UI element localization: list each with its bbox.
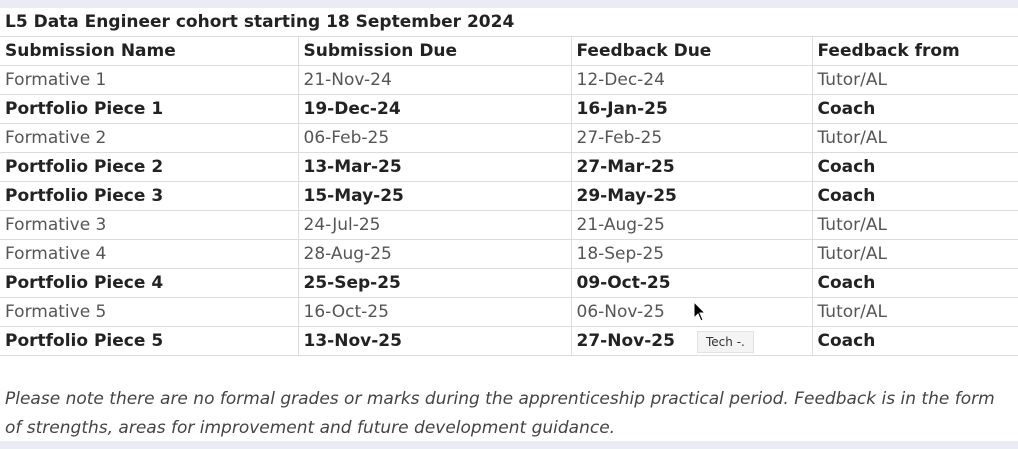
cell-submission-due: 24-Jul-25	[298, 210, 572, 240]
submission-schedule-table: L5 Data Engineer cohort starting 18 Sept…	[0, 8, 1018, 356]
cell-feedback-due: 27-Nov-25	[571, 326, 813, 356]
cell-submission-due: 28-Aug-25	[298, 239, 572, 269]
cell-submission-due: 15-May-25	[298, 181, 572, 211]
cell-submission-name: Portfolio Piece 3	[0, 181, 299, 211]
table-row: Portfolio Piece 5 13-Nov-25 27-Nov-25 Coach	[0, 326, 1018, 356]
cell-submission-name: Formative 4	[0, 239, 299, 269]
cell-submission-due: 25-Sep-25	[298, 268, 572, 298]
column-header-submission-name: Submission Name	[0, 36, 299, 66]
cohort-title: L5 Data Engineer cohort starting 18 Sept…	[0, 8, 1018, 37]
cell-submission-due: 21-Nov-24	[298, 65, 572, 95]
cell-feedback-from: Coach	[812, 326, 1018, 356]
table-row: Portfolio Piece 2 13-Mar-25 27-Mar-25 Coach	[0, 152, 1018, 182]
cell-submission-name: Formative 1	[0, 65, 299, 95]
cell-feedback-due: 16-Jan-25	[571, 94, 813, 124]
table-body: Formative 1 21-Nov-24 12-Dec-24 Tutor/AL Por…	[0, 65, 1018, 356]
cell-submission-name: Portfolio Piece 2	[0, 152, 299, 182]
mouse-pointer-icon	[693, 301, 707, 322]
table-title-row: L5 Data Engineer cohort starting 18 Sept…	[0, 8, 1018, 37]
schedule-panel: L5 Data Engineer cohort starting 18 Sept…	[0, 8, 1018, 441]
column-header-feedback-due: Feedback Due	[571, 36, 813, 66]
column-header-submission-due: Submission Due	[298, 36, 572, 66]
cell-submission-name: Formative 3	[0, 210, 299, 240]
column-header-feedback-from: Feedback from	[812, 36, 1018, 66]
table-row: Formative 2 06-Feb-25 27-Feb-25 Tutor/AL	[0, 123, 1018, 153]
cell-submission-name: Portfolio Piece 4	[0, 268, 299, 298]
cell-submission-name: Portfolio Piece 5	[0, 326, 299, 356]
cell-feedback-from: Coach	[812, 181, 1018, 211]
cell-submission-name: Portfolio Piece 1	[0, 94, 299, 124]
table-row: Portfolio Piece 3 15-May-25 29-May-25 Coach	[0, 181, 1018, 211]
table-row: Formative 5 16-Oct-25 06-Nov-25 Tutor/AL	[0, 297, 1018, 327]
cell-feedback-from: Tutor/AL	[812, 210, 1018, 240]
cell-feedback-due: 06-Nov-25	[571, 297, 813, 327]
cell-feedback-due: 29-May-25	[571, 181, 813, 211]
cell-feedback-due: 12-Dec-24	[571, 65, 813, 95]
cell-submission-name: Formative 2	[0, 123, 299, 153]
cell-submission-due: 13-Nov-25	[298, 326, 572, 356]
cell-feedback-from: Coach	[812, 94, 1018, 124]
table-row: Portfolio Piece 1 19-Dec-24 16-Jan-25 Coach	[0, 94, 1018, 124]
cell-feedback-due: 21-Aug-25	[571, 210, 813, 240]
cell-feedback-from: Tutor/AL	[812, 297, 1018, 327]
table-row: Formative 1 21-Nov-24 12-Dec-24 Tutor/AL	[0, 65, 1018, 95]
table-row: Portfolio Piece 4 25-Sep-25 09-Oct-25 Coach	[0, 268, 1018, 298]
cell-feedback-due: 18-Sep-25	[571, 239, 813, 269]
cell-submission-due: 06-Feb-25	[298, 123, 572, 153]
cell-feedback-from: Tutor/AL	[812, 65, 1018, 95]
cell-feedback-from: Coach	[812, 152, 1018, 182]
cell-feedback-from: Tutor/AL	[812, 123, 1018, 153]
table-row: Formative 3 24-Jul-25 21-Aug-25 Tutor/AL	[0, 210, 1018, 240]
cell-feedback-due: 27-Mar-25	[571, 152, 813, 182]
cell-feedback-due: 09-Oct-25	[571, 268, 813, 298]
cell-submission-due: 13-Mar-25	[298, 152, 572, 182]
table-row: Formative 4 28-Aug-25 18-Sep-25 Tutor/AL	[0, 239, 1018, 269]
cell-submission-name: Formative 5	[0, 297, 299, 327]
cell-submission-due: 19-Dec-24	[298, 94, 572, 124]
cell-submission-due: 16-Oct-25	[298, 297, 572, 327]
cell-feedback-from: Coach	[812, 268, 1018, 298]
grading-note: Please note there are no formal grades o…	[5, 389, 995, 438]
tooltip: Tech -.	[697, 331, 754, 353]
cell-feedback-due: 27-Feb-25	[571, 123, 813, 153]
table-header-row: Submission Name Submission Due Feedback …	[0, 36, 1018, 66]
cell-feedback-from: Tutor/AL	[812, 239, 1018, 269]
